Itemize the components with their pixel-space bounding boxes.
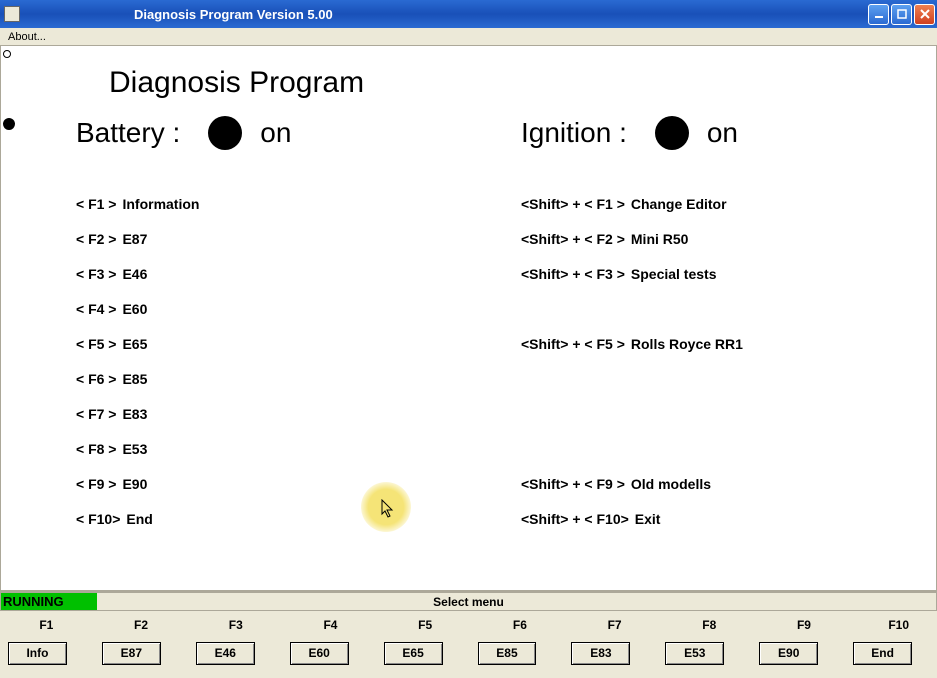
status-bar: RUNNING Select menu	[0, 591, 937, 611]
radio-on-icon	[3, 118, 15, 130]
fkey-label-f7: F7	[588, 618, 641, 632]
menu-about[interactable]: About...	[2, 30, 52, 44]
menu-item-f10[interactable]: < F10>End	[76, 501, 199, 536]
window-titlebar: Diagnosis Program Version 5.00	[0, 0, 937, 28]
ignition-status: Ignition : on	[521, 116, 738, 150]
fbtn-e83[interactable]: E83	[571, 642, 630, 665]
menu-item-f8[interactable]: < F8 >E53	[76, 431, 199, 466]
menu-item-empty	[521, 431, 743, 466]
content-area: Diagnosis Program Battery : on Ignition …	[0, 46, 937, 591]
menu-item-f7[interactable]: < F7 >E83	[76, 396, 199, 431]
menu-item-shift-f9[interactable]: <Shift> + < F9 >Old modells	[521, 466, 743, 501]
fkey-label-row: F1 F2 F3 F4 F5 F6 F7 F8 F9 F10	[0, 613, 937, 637]
fkey-label-f8: F8	[683, 618, 736, 632]
menu-item-shift-f2[interactable]: <Shift> + < F2 >Mini R50	[521, 221, 743, 256]
ignition-value: on	[707, 117, 738, 149]
menu-item-shift-f3[interactable]: <Shift> + < F3 >Special tests	[521, 256, 743, 291]
fbtn-e65[interactable]: E65	[384, 642, 443, 665]
menu-item-shift-f1[interactable]: <Shift> + < F1 >Change Editor	[521, 186, 743, 221]
window-title: Diagnosis Program Version 5.00	[24, 7, 868, 22]
ignition-indicator-icon	[655, 116, 689, 150]
fkey-label-f10: F10	[872, 618, 925, 632]
maximize-icon	[897, 9, 907, 19]
fkey-label-f5: F5	[399, 618, 452, 632]
fkey-label-f4: F4	[304, 618, 357, 632]
fkey-label-f9: F9	[778, 618, 831, 632]
battery-value: on	[260, 117, 291, 149]
battery-indicator-icon	[208, 116, 242, 150]
fbtn-e85[interactable]: E85	[478, 642, 537, 665]
close-button[interactable]	[914, 4, 935, 25]
fbtn-e53[interactable]: E53	[665, 642, 724, 665]
fbtn-e87[interactable]: E87	[102, 642, 161, 665]
menu-item-empty	[521, 361, 743, 396]
app-icon	[4, 6, 20, 22]
menu-item-shift-f10[interactable]: <Shift> + < F10>Exit	[521, 501, 743, 536]
menu-item-f2[interactable]: < F2 >E87	[76, 221, 199, 256]
fkey-label-f6: F6	[494, 618, 547, 632]
status-text: Select menu	[1, 595, 936, 609]
fkey-label-f2: F2	[115, 618, 168, 632]
menu-item-f9[interactable]: < F9 >E90	[76, 466, 199, 501]
menu-item-f1[interactable]: < F1 >Information	[76, 186, 199, 221]
menu-item-empty	[521, 291, 743, 326]
fbtn-info[interactable]: Info	[8, 642, 67, 665]
ignition-label: Ignition :	[521, 117, 627, 149]
fkey-label-f1: F1	[20, 618, 73, 632]
page-title: Diagnosis Program	[109, 66, 364, 100]
battery-status: Battery : on	[76, 116, 291, 150]
fbtn-e60[interactable]: E60	[290, 642, 349, 665]
menu-item-empty	[521, 396, 743, 431]
battery-label: Battery :	[76, 117, 180, 149]
menu-item-f4[interactable]: < F4 >E60	[76, 291, 199, 326]
menubar: About...	[0, 28, 937, 46]
fkey-button-row: Info E87 E46 E60 E65 E85 E83 E53 E90 End	[0, 637, 937, 669]
close-icon	[920, 9, 930, 19]
maximize-button[interactable]	[891, 4, 912, 25]
fbtn-end[interactable]: End	[853, 642, 912, 665]
cursor-icon	[380, 499, 396, 519]
cursor-highlight	[361, 482, 411, 532]
left-fkey-menu: < F1 >Information < F2 >E87 < F3 >E46 < …	[76, 186, 199, 536]
right-fkey-menu: <Shift> + < F1 >Change Editor <Shift> + …	[521, 186, 743, 536]
menu-item-f5[interactable]: < F5 >E65	[76, 326, 199, 361]
fbtn-e90[interactable]: E90	[759, 642, 818, 665]
menu-item-f3[interactable]: < F3 >E46	[76, 256, 199, 291]
radio-off-icon	[3, 50, 11, 58]
menu-item-shift-f5[interactable]: <Shift> + < F5 >Rolls Royce RR1	[521, 326, 743, 361]
fkey-label-f3: F3	[209, 618, 262, 632]
fbtn-e46[interactable]: E46	[196, 642, 255, 665]
minimize-button[interactable]	[868, 4, 889, 25]
menu-item-f6[interactable]: < F6 >E85	[76, 361, 199, 396]
minimize-icon	[874, 9, 884, 19]
